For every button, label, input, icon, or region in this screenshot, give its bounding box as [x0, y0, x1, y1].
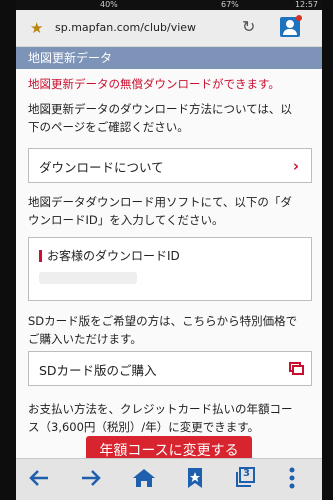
download-id-value — [39, 272, 137, 284]
description-text: ス（3,600円（税別）/年）に変更できます。 — [28, 420, 260, 434]
description-text: ご購入いただけます。 — [28, 332, 142, 346]
about-download-label: ダウンロードについて — [39, 160, 164, 175]
url-field[interactable]: sp.mapfan.com/club/view — [55, 21, 196, 34]
notice-text: 地図更新データの無償ダウンロードができます。 — [28, 77, 280, 91]
chevron-right-icon: › — [292, 157, 299, 175]
sd-card-purchase-label: SDカード版のご購入 — [39, 363, 157, 378]
about-download-link[interactable]: ダウンロードについて › — [28, 148, 312, 183]
browser-toolbar: 3 — [16, 458, 322, 500]
more-vertical-icon[interactable] — [288, 467, 296, 489]
status-bar: 40% 67% 12:57 — [16, 0, 322, 10]
battery-percent: 67% — [221, 0, 239, 9]
tabs-count: 3 — [243, 468, 250, 479]
home-icon[interactable] — [132, 467, 156, 489]
description-text: 地図データダウンロード用ソフトにて、以下の「ダ — [28, 195, 292, 209]
star-icon[interactable]: ★ — [30, 19, 43, 37]
download-id-panel: お客様のダウンロードID — [28, 237, 312, 301]
notification-dot — [296, 15, 302, 21]
description-text: お支払い方法を、クレジットカード払いの年額コー — [28, 402, 293, 416]
sd-card-purchase-link[interactable]: SDカード版のご購入 — [28, 351, 312, 386]
bookmark-icon[interactable] — [186, 467, 204, 489]
arrow-left-icon[interactable] — [28, 467, 50, 489]
description-text: 下のページをご確認ください。 — [28, 120, 189, 134]
external-link-icon — [289, 362, 304, 375]
arrow-right-icon[interactable] — [80, 467, 102, 489]
address-bar: ★ sp.mapfan.com/club/view ↻ — [16, 10, 322, 47]
section-header: 地図更新データ — [16, 47, 322, 69]
description-text: SDカード版をご希望の方は、こちらから特別価格で — [28, 314, 298, 328]
reload-icon[interactable]: ↻ — [242, 17, 255, 36]
clock: 12:57 — [294, 0, 318, 9]
tabs-icon[interactable]: 3 — [236, 467, 256, 487]
browser-frame: 40% 67% 12:57 ★ sp.mapfan.com/club/view … — [16, 0, 322, 500]
account-icon[interactable] — [280, 15, 302, 37]
download-id-label: お客様のダウンロードID — [39, 247, 180, 264]
battery-percent: 40% — [100, 0, 118, 9]
description-text: ウンロードID」を入力してください。 — [28, 213, 224, 227]
description-text: 地図更新データのダウンロード方法については、以 — [28, 102, 292, 116]
